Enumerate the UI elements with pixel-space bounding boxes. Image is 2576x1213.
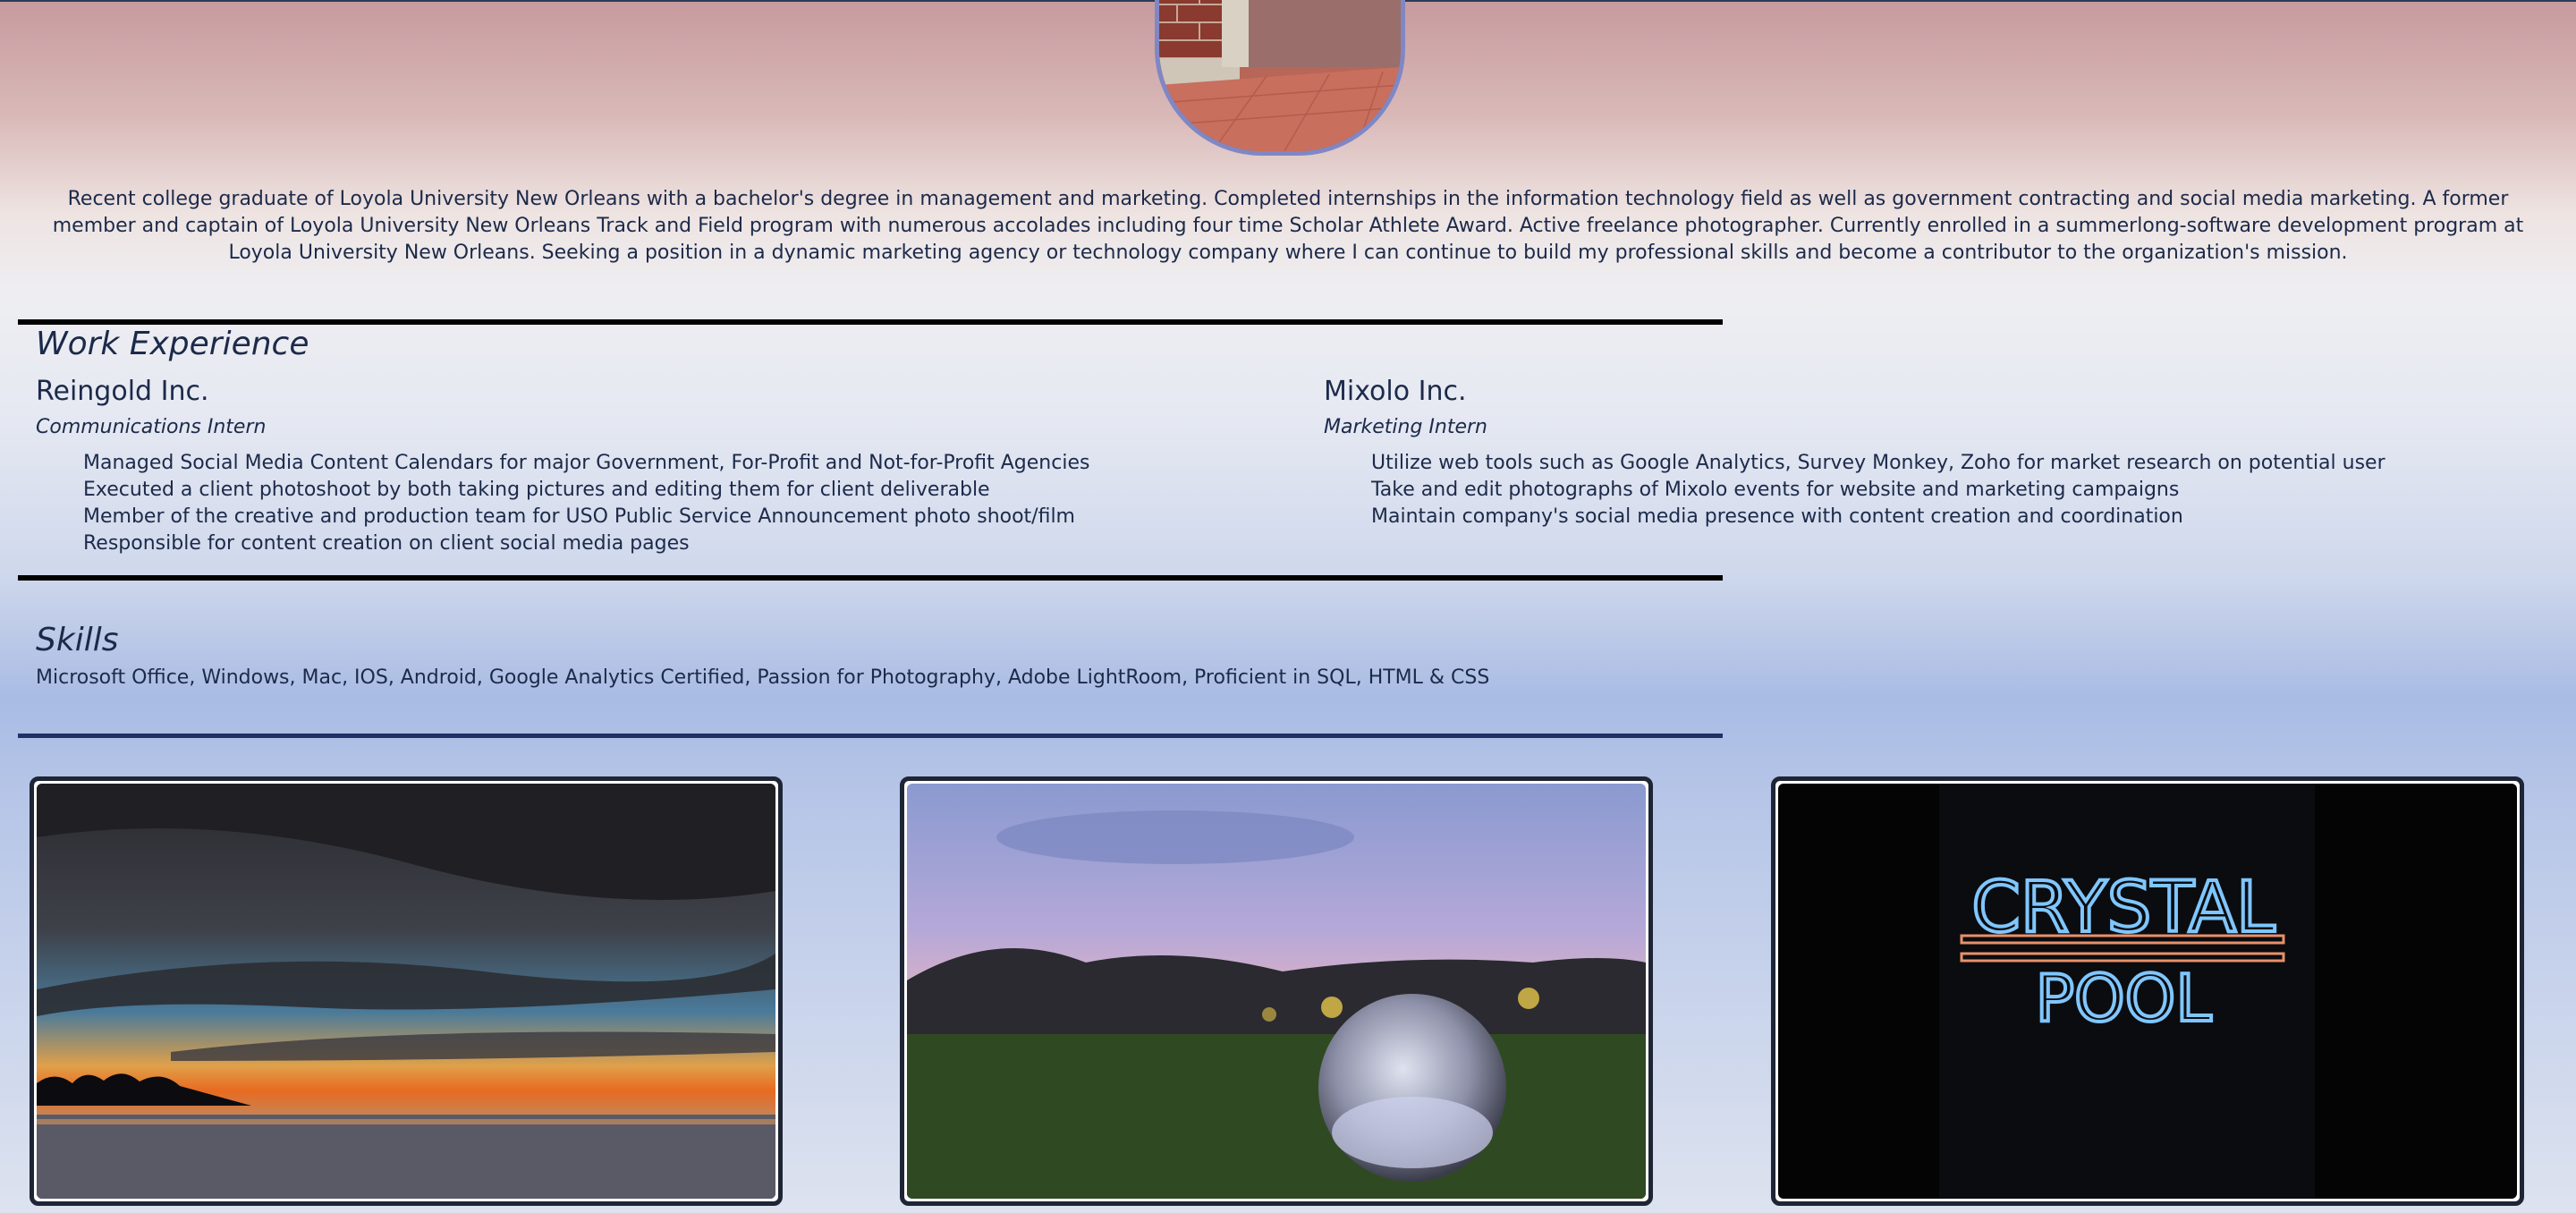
work-experience-heading: Work Experience bbox=[36, 326, 309, 362]
company-name: Reingold Inc. bbox=[36, 376, 209, 407]
duty-item: Managed Social Media Content Calendars f… bbox=[83, 452, 1090, 474]
skills-heading: Skills bbox=[36, 622, 119, 658]
neon-sign-line1: CRYSTAL bbox=[1971, 868, 2275, 948]
duty-item: Utilize web tools such as Google Analyti… bbox=[1371, 452, 2385, 474]
skills-list: Microsoft Office, Windows, Mac, IOS, And… bbox=[36, 666, 1490, 689]
gallery-photo-sunset[interactable] bbox=[30, 776, 783, 1206]
section-divider bbox=[18, 734, 1723, 738]
section-divider bbox=[18, 319, 1723, 325]
duties-list: Utilize web tools such as Google Analyti… bbox=[1371, 450, 2385, 530]
gallery-photo-crystal-ball[interactable] bbox=[900, 776, 1653, 1206]
duty-item: Take and edit photographs of Mixolo even… bbox=[1371, 479, 2180, 501]
neon-sign-line2: POOL bbox=[2036, 961, 2212, 1036]
company-name: Mixolo Inc. bbox=[1324, 376, 1467, 407]
duties-list: Managed Social Media Content Calendars f… bbox=[83, 450, 1089, 557]
duty-item: Maintain company's social media presence… bbox=[1371, 505, 2183, 528]
profile-summary: Recent college graduate of Loyola Univer… bbox=[52, 188, 2524, 264]
duty-item: Responsible for content creation on clie… bbox=[83, 532, 690, 555]
duty-item: Executed a client photoshoot by both tak… bbox=[83, 479, 990, 501]
job-role: Communications Intern bbox=[36, 416, 267, 438]
profile-photo bbox=[1155, 0, 1405, 156]
gallery-photo-neon-sign[interactable]: CRYSTAL POOL bbox=[1771, 776, 2524, 1206]
job-role: Marketing Intern bbox=[1324, 416, 1488, 438]
section-divider bbox=[18, 575, 1723, 581]
duty-item: Member of the creative and production te… bbox=[83, 505, 1075, 528]
